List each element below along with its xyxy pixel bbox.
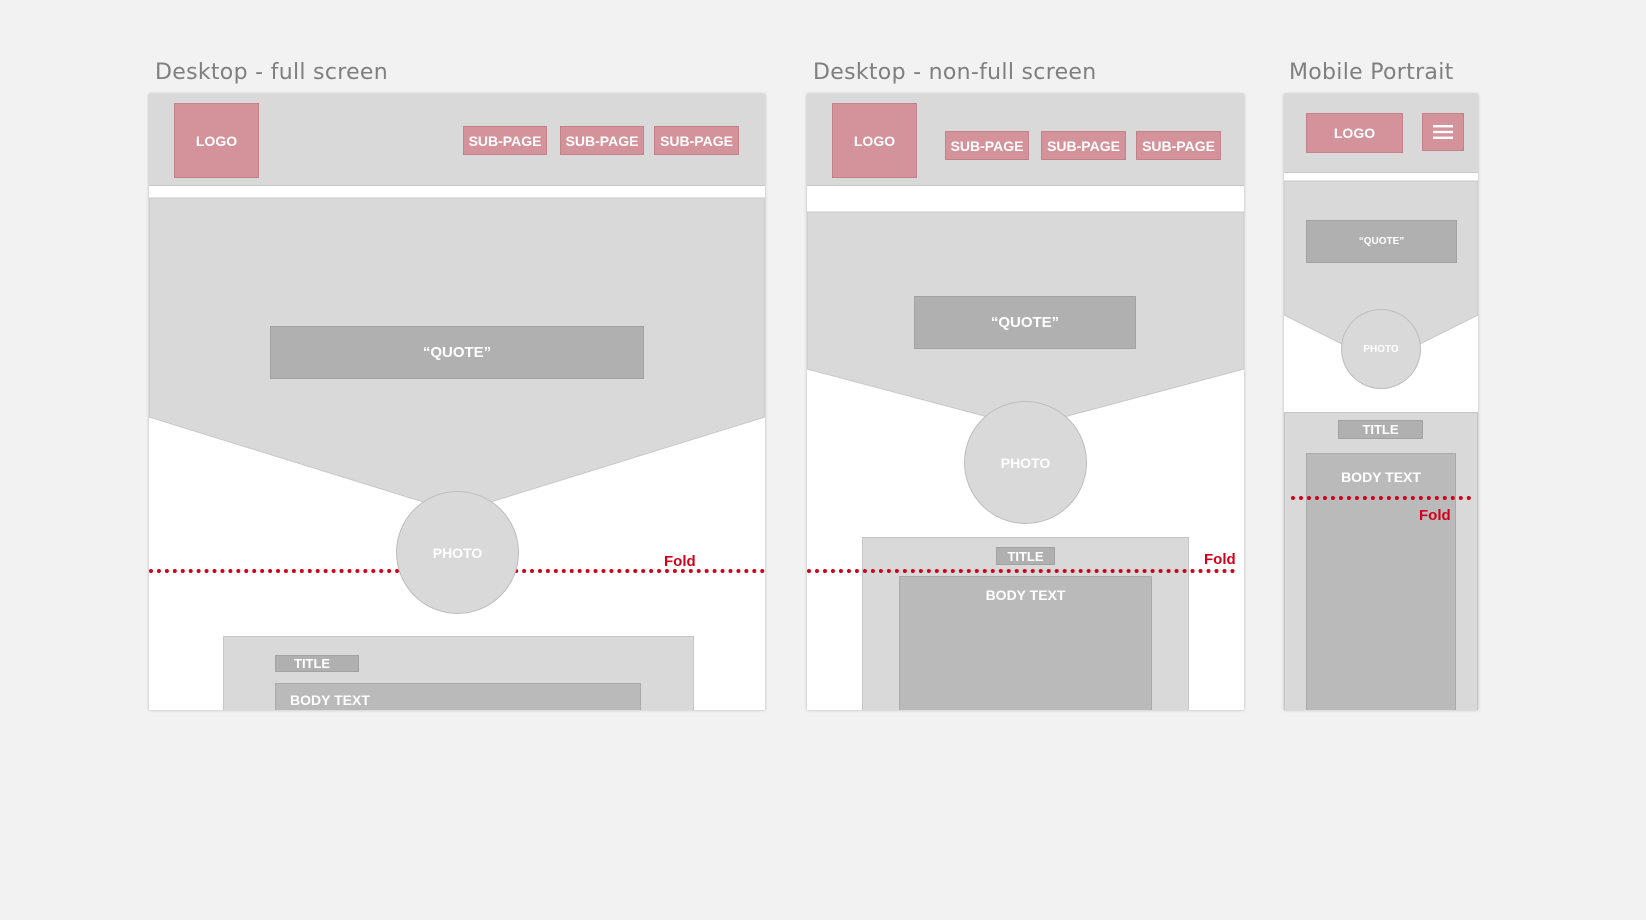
body-text-label: BODY TEXT (290, 692, 370, 708)
hero-banner-shape (149, 197, 765, 506)
photo-placeholder: PHOTO (1341, 309, 1421, 389)
photo-placeholder: PHOTO (964, 401, 1087, 524)
section-title: TITLE (996, 547, 1055, 565)
fold-line (807, 569, 1235, 573)
quote-placeholder: “QUOTE” (914, 296, 1136, 349)
board-title-desktop-full: Desktop - full screen (155, 60, 388, 85)
board-title-desktop-nonfull: Desktop - non-full screen (813, 60, 1097, 85)
artboard-desktop-nonfull: LOGO SUB-PAGE SUB-PAGE SUB-PAGE “QUOTE” … (807, 94, 1244, 710)
body-text-label: BODY TEXT (985, 587, 1066, 603)
body-text-label: BODY TEXT (1341, 469, 1421, 485)
photo-placeholder: PHOTO (396, 491, 519, 614)
fold-label: Fold (664, 553, 696, 570)
body-text-block: BODY TEXT (899, 576, 1152, 710)
quote-placeholder: “QUOTE” (1306, 220, 1457, 263)
body-text-block: BODY TEXT (1306, 453, 1456, 710)
body-text-block: BODY TEXT (275, 683, 641, 710)
fold-line (1291, 496, 1471, 500)
artboard-mobile-portrait: LOGO “QUOTE” PHOTO TITLE BODY TEXT Fold (1284, 94, 1478, 710)
board-title-mobile-portrait: Mobile Portrait (1289, 60, 1454, 85)
fold-label: Fold (1204, 551, 1236, 568)
artboard-desktop-full: LOGO SUB-PAGE SUB-PAGE SUB-PAGE “QUOTE” … (149, 94, 765, 710)
fold-label: Fold (1419, 507, 1451, 524)
section-title: TITLE (1338, 420, 1423, 439)
quote-placeholder: “QUOTE” (270, 326, 644, 379)
section-title: TITLE (275, 655, 359, 672)
